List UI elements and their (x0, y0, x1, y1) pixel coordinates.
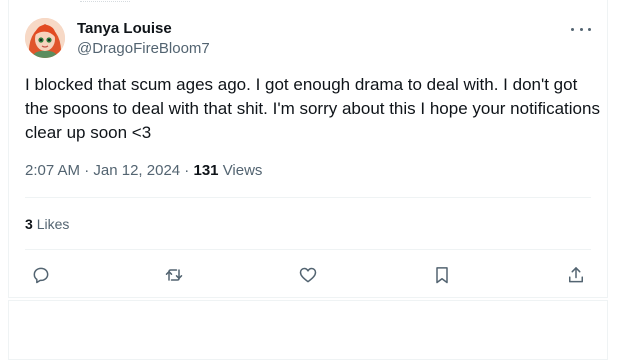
tweet-meta: 2:07 AM · Jan 12, 2024 · 131 Views (25, 162, 262, 179)
views-label: Views (222, 162, 263, 179)
retweet-icon[interactable] (162, 263, 186, 287)
more-dot (588, 27, 591, 31)
bookmark-icon[interactable] (430, 263, 454, 287)
divider (25, 197, 591, 198)
more-icon[interactable] (571, 22, 591, 36)
likes-label: Likes (36, 216, 70, 232)
meta-separator: · (180, 162, 194, 179)
author-name[interactable]: Tanya Louise (77, 20, 172, 37)
reply-icon[interactable] (29, 263, 53, 287)
author-handle[interactable]: @DragoFireBloom7 (77, 40, 210, 57)
avatar[interactable] (25, 18, 65, 58)
more-dot (579, 27, 583, 31)
avatar-illustration (25, 18, 65, 58)
likes-stat[interactable]: 3 Likes (25, 216, 69, 232)
divider (25, 249, 591, 250)
more-dot (571, 27, 574, 31)
tweet-time[interactable]: 2:07 AM (25, 162, 80, 179)
previous-tweet-edge (80, 0, 130, 2)
tweet-date[interactable]: Jan 12, 2024 (93, 162, 180, 179)
action-bar (0, 263, 619, 287)
meta-separator: · (80, 162, 94, 179)
share-icon[interactable] (564, 263, 588, 287)
tweet-text: I blocked that scum ages ago. I got enou… (25, 75, 600, 142)
likes-count: 3 (25, 216, 33, 232)
views-count: 131 (193, 162, 219, 179)
heart-icon[interactable] (296, 263, 320, 287)
next-card (8, 300, 608, 360)
